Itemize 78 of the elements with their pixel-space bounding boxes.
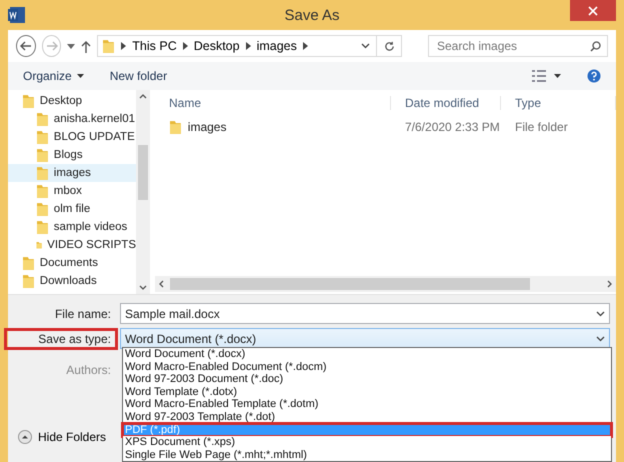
tree-item[interactable]: BLOG UPDATE — [8, 128, 136, 146]
folder-icon — [169, 119, 182, 135]
folder-icon — [36, 111, 49, 127]
tree-item[interactable]: olm file — [8, 200, 136, 218]
chevron-right-icon — [246, 42, 251, 50]
help-button[interactable] — [587, 69, 601, 83]
help-icon — [587, 69, 601, 83]
tree-item[interactable]: Desktop — [8, 92, 136, 110]
folder-icon — [36, 165, 49, 181]
search-icon — [590, 40, 601, 52]
tree-item[interactable]: anisha.kernel01 — [8, 110, 136, 128]
folder-icon — [36, 183, 49, 199]
word-app-icon — [8, 6, 26, 24]
breadcrumb-item[interactable]: This PC — [132, 39, 177, 53]
chevron-down-icon — [139, 285, 147, 290]
tree-item[interactable]: mbox — [8, 182, 136, 200]
tree-item[interactable]: Blogs — [8, 146, 136, 164]
window-title: Save As — [284, 6, 340, 24]
file-name-field[interactable]: Sample mail.docx — [120, 303, 610, 324]
vertical-scrollbar[interactable] — [136, 90, 150, 294]
folder-icon — [36, 129, 49, 145]
list-view-icon — [532, 70, 546, 82]
breadcrumb-item[interactable]: Desktop — [194, 39, 240, 53]
chevron-down-icon — [596, 310, 605, 316]
folder-icon — [36, 201, 49, 217]
view-options-button[interactable] — [532, 70, 561, 82]
tree-item[interactable]: sample videos — [8, 218, 136, 236]
chevron-right-icon — [182, 42, 188, 50]
chevron-right-icon — [607, 280, 612, 288]
folder-icon — [22, 93, 35, 109]
tree-item[interactable]: VIDEO SCRIPTS — [8, 236, 136, 254]
address-bar[interactable]: This PC Desktop images — [97, 35, 378, 57]
chevron-right-icon — [302, 42, 308, 50]
folder-icon — [36, 147, 49, 163]
column-header[interactable]: Type — [501, 96, 616, 110]
folder-icon — [22, 273, 35, 289]
horizontal-scrollbar[interactable] — [155, 276, 616, 292]
save-as-type-dropdown[interactable]: Word Document (*.docx) — [120, 328, 610, 349]
arrow-right-icon — [46, 41, 58, 51]
refresh-button[interactable] — [377, 35, 402, 57]
scrollbar-thumb[interactable] — [170, 278, 530, 290]
tree-item[interactable]: images — [8, 164, 136, 182]
authors-label: Authors: — [65, 362, 112, 376]
hide-folders-button[interactable]: Hide Folders — [18, 430, 106, 444]
refresh-icon — [384, 40, 395, 52]
tree-item[interactable]: Downloads — [8, 272, 136, 290]
chevron-up-icon — [139, 94, 147, 99]
breadcrumb-item[interactable]: images — [256, 39, 297, 53]
up-button[interactable] — [81, 40, 92, 52]
file-name-label: File name: — [54, 306, 112, 320]
new-folder-button[interactable]: New folder — [110, 69, 168, 83]
folder-icon — [22, 255, 35, 271]
file-name-cell[interactable]: images — [155, 119, 391, 135]
arrow-left-icon — [20, 41, 32, 51]
chevron-left-icon — [159, 280, 164, 288]
type-cell-text: File folder — [514, 120, 569, 134]
folder-icon — [102, 38, 116, 54]
tree-item[interactable]: Documents — [8, 254, 136, 272]
search-field[interactable]: Search images — [428, 35, 608, 57]
date-cell-text: 7/6/2020 2:33 PM — [404, 120, 501, 134]
chevron-down-icon — [361, 43, 370, 49]
chevron-up-circle-icon — [18, 430, 32, 444]
caret-icon — [76, 74, 84, 78]
caret-icon — [554, 74, 561, 78]
organize-button[interactable]: Organize — [23, 69, 84, 83]
recent-dropdown-button[interactable] — [67, 44, 76, 48]
close-icon — [588, 6, 598, 16]
column-header[interactable]: Date modified — [391, 96, 501, 110]
back-button[interactable] — [16, 35, 36, 57]
chevron-right-icon — [121, 42, 126, 50]
scrollbar-thumb[interactable] — [138, 144, 148, 200]
close-button[interactable] — [570, 0, 616, 21]
arrow-up-icon — [81, 40, 92, 52]
chevron-down-icon — [596, 336, 605, 342]
column-header[interactable]: Name — [155, 96, 391, 110]
address-dropdown-button[interactable] — [361, 43, 370, 49]
caret-icon — [67, 44, 76, 48]
folder-icon — [36, 219, 49, 235]
